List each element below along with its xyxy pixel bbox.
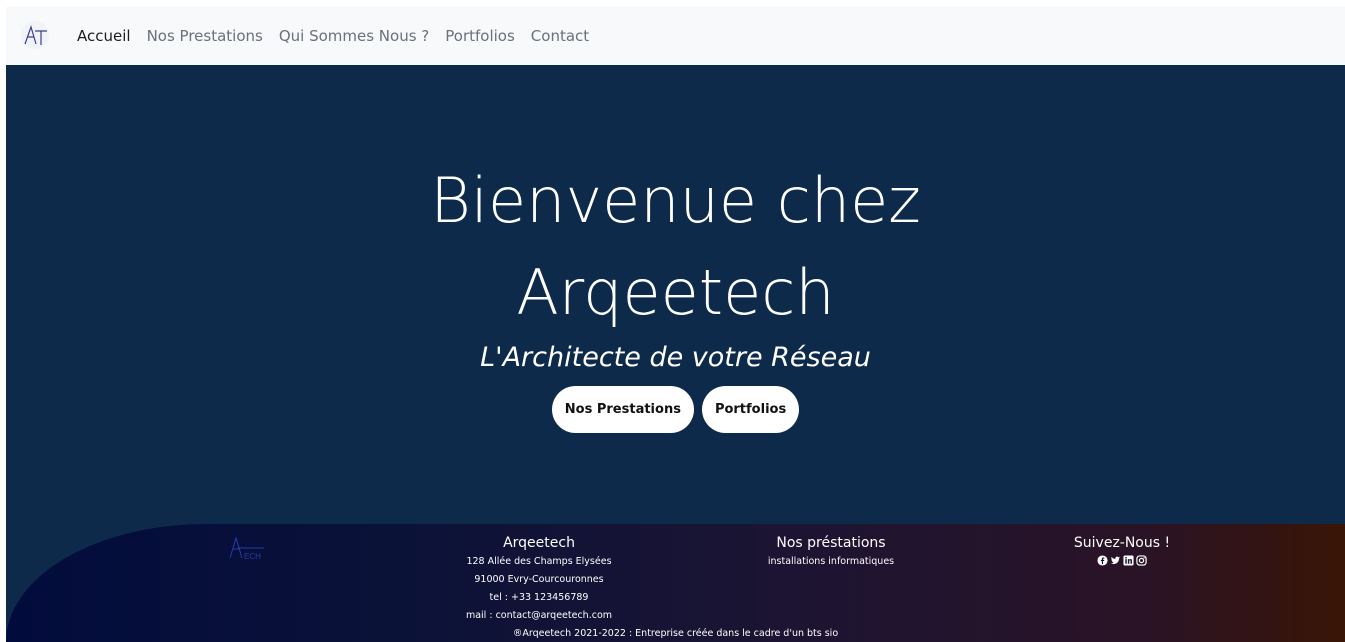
brand-logo-icon[interactable] <box>20 20 50 50</box>
footer-social-title: Suivez-Nous ! <box>1073 535 1171 551</box>
footer: ECH Arqeetech 128 Allée des Champs Elysé… <box>6 524 1345 642</box>
hero-subtitle: L'Architecte de votre Réseau <box>480 342 871 373</box>
page: Accueil Nos Prestations Qui Sommes Nous … <box>6 7 1345 642</box>
footer-company-title: Arqeetech <box>503 535 575 551</box>
nav-link-nos-prestations[interactable]: Nos Prestations <box>147 27 263 45</box>
nav-link-qui-sommes-nous[interactable]: Qui Sommes Nous ? <box>279 27 429 45</box>
social-icons <box>1052 553 1192 567</box>
footer-email[interactable]: mail : contact@arqeetech.com <box>446 607 632 625</box>
footer-address-line1: 128 Allée des Champs Elysées <box>466 556 612 567</box>
nav-link-contact[interactable]: Contact <box>531 27 589 45</box>
footer-address-line2: 91000 Evry-Courcouronnes <box>474 574 604 585</box>
footer-services-column: Nos préstations installations informatiq… <box>746 534 916 571</box>
facebook-icon[interactable] <box>1097 554 1108 566</box>
nav-link-portfolios[interactable]: Portfolios <box>445 27 515 45</box>
hero-title-line1: Bienvenue chez <box>430 164 921 237</box>
portfolios-button[interactable]: Portfolios <box>701 386 800 433</box>
footer-copyright: ®Arqeetech 2021-2022 : Entreprise créée … <box>512 628 839 639</box>
linkedin-icon[interactable] <box>1123 554 1134 566</box>
footer-logo-icon: ECH <box>228 532 266 566</box>
footer-services-title: Nos préstations <box>776 535 886 551</box>
footer-phone: tel : +33 123456789 <box>489 592 589 603</box>
hero-title-line2: Arqeetech <box>516 256 835 329</box>
footer-company-column: Arqeetech 128 Allée des Champs Elysées 9… <box>446 534 632 625</box>
twitter-icon[interactable] <box>1110 555 1121 566</box>
hero-buttons: Nos Prestations Portfolios <box>6 386 1345 433</box>
footer-services-item[interactable]: installations informatiques <box>746 553 916 571</box>
navbar: Accueil Nos Prestations Qui Sommes Nous … <box>6 7 1345 65</box>
main-nav: Accueil Nos Prestations Qui Sommes Nous … <box>77 7 605 65</box>
instagram-icon[interactable] <box>1136 554 1147 566</box>
svg-text:ECH: ECH <box>244 552 261 561</box>
nav-link-accueil[interactable]: Accueil <box>77 27 131 45</box>
nos-prestations-button[interactable]: Nos Prestations <box>551 386 694 433</box>
footer-social-column: Suivez-Nous ! <box>1052 534 1192 567</box>
